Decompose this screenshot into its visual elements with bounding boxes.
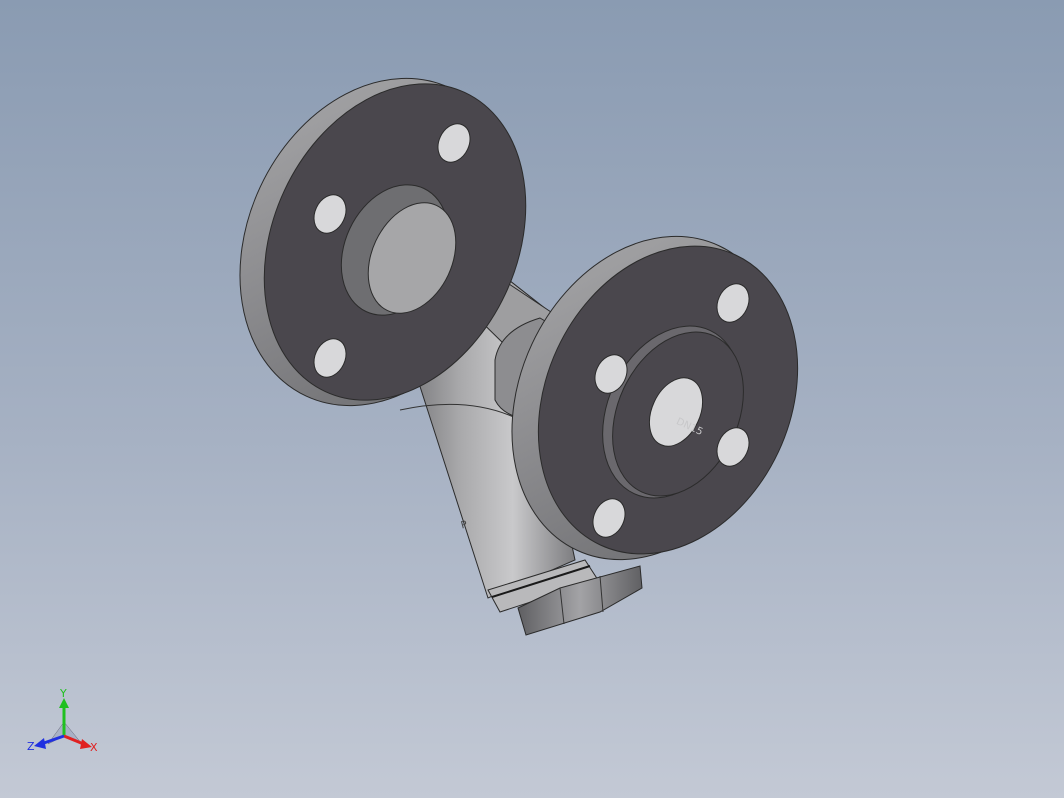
orientation-triad[interactable]: Y X Z [26, 686, 106, 756]
z-axis-label: Z [27, 740, 35, 753]
x-axis-label: X [90, 741, 98, 754]
z-axis-arrow [34, 738, 46, 749]
3d-model-y-strainer[interactable]: DN15 P [0, 0, 1064, 798]
graphics-viewport[interactable]: DN15 P Y X Z [0, 0, 1064, 798]
y-axis-label: Y [59, 687, 67, 700]
